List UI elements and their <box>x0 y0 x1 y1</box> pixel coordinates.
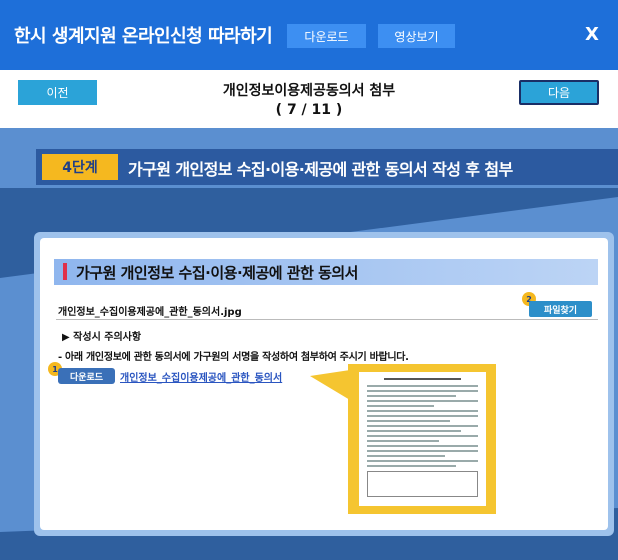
step-navigation: 이전 개인정보이용제공동의서 첨부 ( 7 / 11 ) 다음 <box>0 70 618 128</box>
close-icon[interactable]: X <box>580 22 604 46</box>
download-button[interactable]: 다운로드 <box>287 24 366 48</box>
header-bar: 한시 생계지원 온라인신청 따라하기 다운로드 영상보기 X <box>0 0 618 70</box>
next-button[interactable]: 다음 <box>519 80 599 105</box>
guide-content: 4단계 가구원 개인정보 수집·이용·제공에 관한 동의서 작성 후 첨부 가구… <box>0 128 618 560</box>
watch-video-button[interactable]: 영상보기 <box>378 24 455 48</box>
file-name: 개인정보_수집이용제공에_관한_동의서.jpg <box>58 307 242 318</box>
step-heading: 가구원 개인정보 수집·이용·제공에 관한 동의서 작성 후 첨부 <box>128 160 513 179</box>
form-download-button: 다운로드 <box>58 368 115 384</box>
find-file-button: 파일찾기 <box>529 301 592 317</box>
title-marker <box>63 263 67 280</box>
signature-table <box>367 471 478 497</box>
note-title: ▶ 작성시 주의사항 <box>62 332 142 343</box>
card-title: 가구원 개인정보 수집·이용·제공에 관한 동의서 <box>76 264 359 282</box>
consent-form-thumbnail <box>359 372 486 506</box>
form-download-link: 개인정보_수집이용제공에_관한_동의서 <box>120 373 283 384</box>
step-badge: 4단계 <box>42 154 118 180</box>
note-text: - 아래 개인정보에 관한 동의서에 가구원의 서명을 작성하여 첨부하여 주시… <box>58 352 409 363</box>
app-title: 한시 생계지원 온라인신청 따라하기 <box>14 26 273 47</box>
